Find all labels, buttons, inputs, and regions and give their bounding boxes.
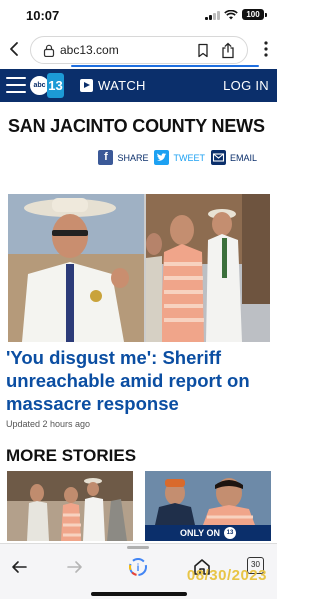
back-arrow-icon[interactable]: [8, 556, 30, 578]
bookmark-icon[interactable]: [197, 43, 209, 58]
page-title: SAN JACINTO COUNTY NEWS: [8, 116, 265, 136]
date-stamp: 08/30/2023: [186, 567, 267, 584]
suspect-photo: [146, 194, 270, 342]
battery-icon: 100: [242, 9, 267, 20]
more-stories-title: MORE STORIES: [6, 446, 137, 465]
more-options-icon[interactable]: [257, 38, 275, 60]
status-icons: 100: [205, 9, 267, 20]
wifi-icon: [224, 9, 238, 19]
sheriff-photo: [8, 194, 144, 342]
home-indicator: [91, 592, 187, 596]
abc13-mini-logo: 13: [224, 527, 236, 539]
browser-back-icon[interactable]: [6, 38, 24, 60]
svg-text:i: i: [137, 563, 140, 574]
status-bar: 10:07 100: [0, 0, 277, 30]
only-on-13-banner: ONLY ON 13: [145, 525, 271, 541]
cellular-signal-icon: [205, 10, 220, 20]
facebook-icon: f: [98, 150, 114, 165]
lock-icon: [43, 44, 55, 57]
site-nav-bar: abc 13 WATCH LOG IN: [0, 69, 277, 102]
battery-level: 100: [242, 9, 264, 20]
toolbar-grabber[interactable]: [127, 546, 149, 549]
headline-link[interactable]: 'You disgust me': Sheriff unreachable am…: [6, 346, 268, 415]
email-share-label: EMAIL: [229, 152, 257, 163]
twitter-bird-icon: [154, 150, 170, 165]
abc-logo-number: 13: [47, 73, 64, 98]
hamburger-menu-icon[interactable]: [6, 77, 26, 93]
play-icon: [80, 79, 93, 92]
email-icon: [210, 150, 226, 165]
login-button[interactable]: LOG IN: [223, 78, 269, 93]
url-text[interactable]: abc13.com: [60, 43, 119, 57]
facebook-share-button[interactable]: f SHARE: [98, 150, 148, 165]
assistant-icon[interactable]: i: [127, 556, 149, 578]
forward-arrow-icon[interactable]: [64, 556, 86, 578]
watch-label: WATCH: [98, 78, 146, 93]
hero-photo[interactable]: [8, 194, 270, 342]
browser-address-row: abc13.com: [0, 34, 277, 67]
story-thumbnail[interactable]: ONLY ON 13: [145, 471, 271, 541]
share-row: f SHARE TWEET EMAIL: [98, 150, 257, 165]
updated-timestamp: Updated 2 hours ago: [6, 419, 91, 429]
page-load-progress: [71, 65, 259, 67]
story-thumbnail[interactable]: [7, 471, 133, 541]
twitter-share-button[interactable]: TWEET: [154, 150, 205, 165]
address-bar[interactable]: abc13.com: [30, 36, 259, 67]
status-time: 10:07: [26, 8, 60, 23]
watch-button[interactable]: WATCH: [80, 78, 146, 93]
only-on-label: ONLY ON: [179, 528, 220, 538]
share-icon[interactable]: [221, 42, 235, 59]
email-share-button[interactable]: EMAIL: [210, 150, 257, 165]
facebook-share-label: SHARE: [117, 152, 149, 163]
abc13-logo[interactable]: abc 13: [29, 73, 64, 98]
twitter-share-label: TWEET: [173, 152, 205, 163]
